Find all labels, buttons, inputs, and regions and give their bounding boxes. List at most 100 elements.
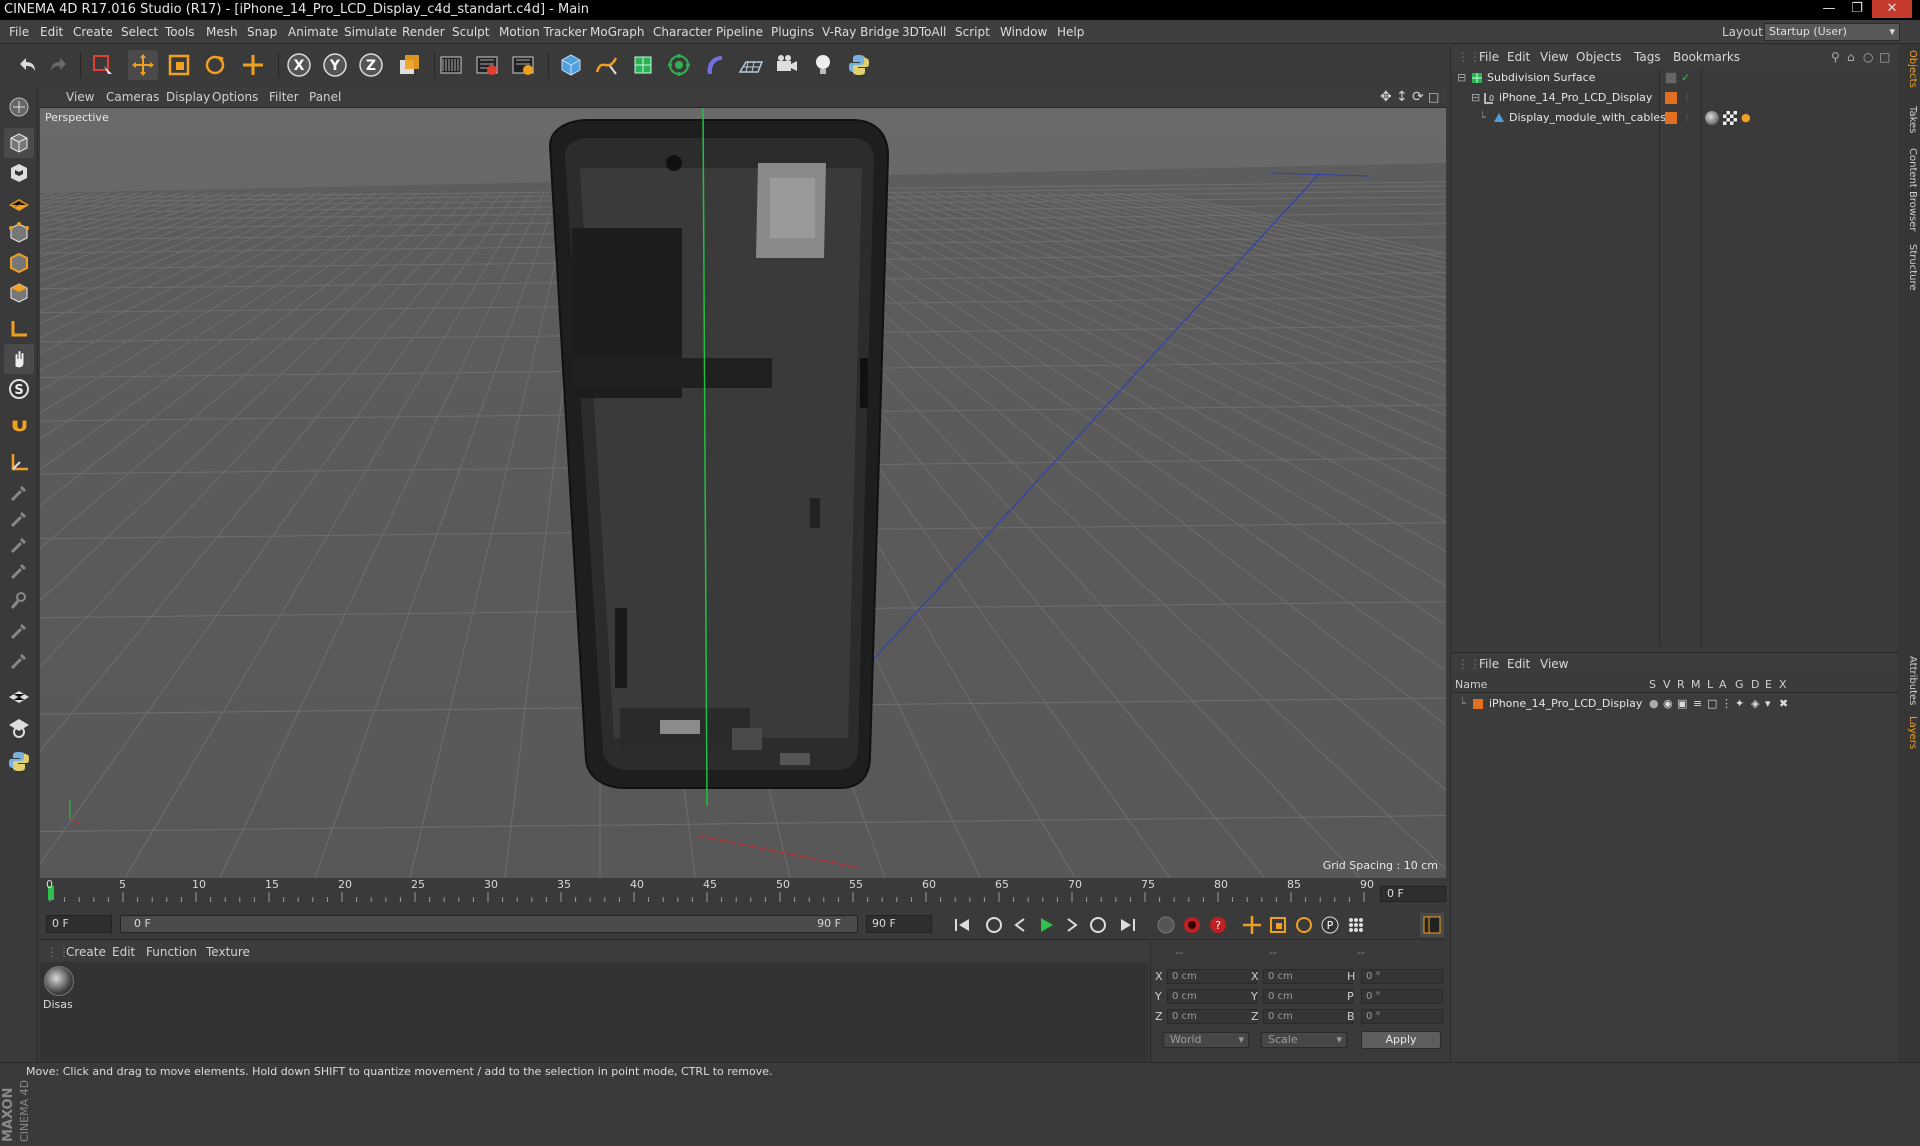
material-menu-create[interactable]: Create xyxy=(66,942,106,962)
panel-grip-icon[interactable]: ⋮⋮ xyxy=(1457,46,1481,68)
expand-toggle-icon[interactable]: ⊟ xyxy=(1457,68,1466,88)
menu-file[interactable]: File xyxy=(9,20,29,44)
material-tag-icon[interactable] xyxy=(1705,111,1719,125)
python-icon[interactable] xyxy=(844,50,874,80)
edit-render-settings-icon[interactable] xyxy=(508,50,538,80)
previous-frame-icon[interactable] xyxy=(1008,913,1032,937)
coordinate-system-icon[interactable] xyxy=(394,50,424,80)
menu-help[interactable]: Help xyxy=(1057,20,1084,44)
material-thumbnail[interactable] xyxy=(44,966,74,996)
key-rotation-icon[interactable] xyxy=(1292,913,1316,937)
lm-menu-edit[interactable]: Edit xyxy=(1507,653,1530,675)
position-z-field[interactable]: 0 cm xyxy=(1167,1009,1257,1024)
column-view[interactable]: V xyxy=(1663,678,1671,691)
edges-mode-icon[interactable] xyxy=(4,248,34,278)
layout-dropdown[interactable]: Startup (User) ▾ xyxy=(1764,23,1900,41)
menu-script[interactable]: Script xyxy=(955,20,990,44)
brush-pinch-icon[interactable] xyxy=(4,646,34,676)
z-axis-icon[interactable]: Z xyxy=(356,50,386,80)
brush-inflate-icon[interactable] xyxy=(4,586,34,616)
add-icon[interactable] xyxy=(238,50,268,80)
column-xrefs[interactable]: X xyxy=(1779,678,1787,691)
iphone-model[interactable] xyxy=(548,119,890,789)
tab-content-browser[interactable]: Content Browser xyxy=(1900,148,1918,231)
new-panel-icon[interactable]: □ xyxy=(1879,46,1890,68)
viewport-menu-panel[interactable]: Panel xyxy=(309,86,341,108)
expand-toggle-icon[interactable]: ⊟ xyxy=(1471,88,1480,108)
play-icon[interactable] xyxy=(1034,913,1058,937)
viewport-menu-filter[interactable]: Filter xyxy=(269,86,299,108)
menu-animate[interactable]: Animate xyxy=(288,20,338,44)
redo-icon[interactable] xyxy=(44,50,74,80)
om-menu-file[interactable]: File xyxy=(1479,46,1499,68)
model-mode-icon[interactable] xyxy=(4,128,34,158)
manager-toggle-icon[interactable]: ≡ xyxy=(1693,695,1702,713)
menu-create[interactable]: Create xyxy=(73,20,113,44)
menu-window[interactable]: Window xyxy=(1000,20,1047,44)
menu-select[interactable]: Select xyxy=(121,20,158,44)
floor-icon[interactable] xyxy=(736,50,766,80)
key-pla-icon[interactable] xyxy=(1344,913,1368,937)
animation-toggle-icon[interactable]: ⋮ xyxy=(1721,695,1732,713)
keyframe-selection-icon[interactable]: ? xyxy=(1206,913,1230,937)
column-solo[interactable]: S xyxy=(1649,678,1656,691)
size-x-field[interactable]: 0 cm xyxy=(1263,969,1353,984)
autokeying-icon[interactable] xyxy=(1180,913,1204,937)
om-menu-bookmarks[interactable]: Bookmarks xyxy=(1673,46,1740,68)
viewport-menu-view[interactable]: View xyxy=(66,86,94,108)
column-expressions[interactable]: E xyxy=(1765,678,1772,691)
checker-rotate-icon[interactable] xyxy=(4,712,34,742)
3d-viewport[interactable]: Perspective Grid Spacing : 10 cm xyxy=(40,108,1446,878)
column-locked[interactable]: L xyxy=(1707,678,1713,691)
close-icon[interactable]: ✕ xyxy=(1872,0,1912,18)
rotation-b-field[interactable]: 0 ° xyxy=(1361,1009,1443,1024)
xrefs-toggle-icon[interactable]: ✖ xyxy=(1779,695,1788,713)
next-key-icon[interactable] xyxy=(1086,913,1110,937)
menu-simulate[interactable]: Simulate xyxy=(344,20,397,44)
cube-icon[interactable] xyxy=(556,50,586,80)
size-mode-dropdown[interactable]: Scale ▾ xyxy=(1261,1032,1347,1048)
generators-toggle-icon[interactable]: ✦ xyxy=(1735,695,1744,713)
menu-sculpt[interactable]: Sculpt xyxy=(452,20,489,44)
make-editable-icon[interactable] xyxy=(4,92,34,122)
render-picture-viewer-icon[interactable] xyxy=(472,50,502,80)
rotation-p-field[interactable]: 0 ° xyxy=(1361,989,1443,1004)
viewport-rotate-icon[interactable]: ⟳ xyxy=(1412,86,1424,108)
om-menu-view[interactable]: View xyxy=(1540,46,1568,68)
view-toggle-icon[interactable]: ◉ xyxy=(1663,695,1673,713)
undo-icon[interactable] xyxy=(12,50,42,80)
material-menu-edit[interactable]: Edit xyxy=(112,942,135,962)
menu-pipeline[interactable]: Pipeline xyxy=(716,20,763,44)
render-view-icon[interactable] xyxy=(436,50,466,80)
light-icon[interactable] xyxy=(808,50,838,80)
y-axis-icon[interactable]: Y xyxy=(320,50,350,80)
start-frame-field[interactable]: 0 F xyxy=(46,915,112,933)
object-row-display-module-with-cables[interactable]: ┕ Display_module_with_cables ⋮ ● xyxy=(1451,108,1899,128)
snap-icon[interactable]: S xyxy=(4,374,34,404)
menu-plugins[interactable]: Plugins xyxy=(771,20,814,44)
key-scale-icon[interactable] xyxy=(1266,913,1290,937)
texture-mode-icon[interactable] xyxy=(4,158,34,188)
layer-color-swatch[interactable] xyxy=(1665,92,1677,104)
column-deformers[interactable]: D xyxy=(1751,678,1759,691)
menu-mograph[interactable]: MoGraph xyxy=(590,20,645,44)
phong-tag-icon[interactable]: ● xyxy=(1741,108,1751,128)
om-menu-objects[interactable]: Objects xyxy=(1576,46,1621,68)
om-menu-edit[interactable]: Edit xyxy=(1507,46,1530,68)
next-frame-icon[interactable] xyxy=(1060,913,1084,937)
menu-render[interactable]: Render xyxy=(402,20,445,44)
object-row-subdivision-surface[interactable]: ⊟ Subdivision Surface ✓ xyxy=(1451,68,1899,88)
record-active-icon[interactable] xyxy=(1154,913,1178,937)
current-frame-field[interactable]: 0 F xyxy=(1380,886,1446,902)
brush-flatten-icon[interactable] xyxy=(4,556,34,586)
viewport-menu-options[interactable]: Options xyxy=(212,86,258,108)
menu-vray-bridge[interactable]: V-Ray Bridge xyxy=(822,20,899,44)
points-mode-icon[interactable] xyxy=(4,218,34,248)
previous-key-icon[interactable] xyxy=(982,913,1006,937)
search-icon[interactable]: ⚲ xyxy=(1831,46,1840,68)
go-to-end-icon[interactable] xyxy=(1116,913,1140,937)
frame-range-slider[interactable]: 0 F 90 F xyxy=(120,915,858,933)
viewport-move-icon[interactable]: ✥ xyxy=(1380,86,1392,108)
tab-attributes[interactable]: Attributes xyxy=(1900,656,1918,705)
apply-button[interactable]: Apply xyxy=(1361,1031,1441,1049)
